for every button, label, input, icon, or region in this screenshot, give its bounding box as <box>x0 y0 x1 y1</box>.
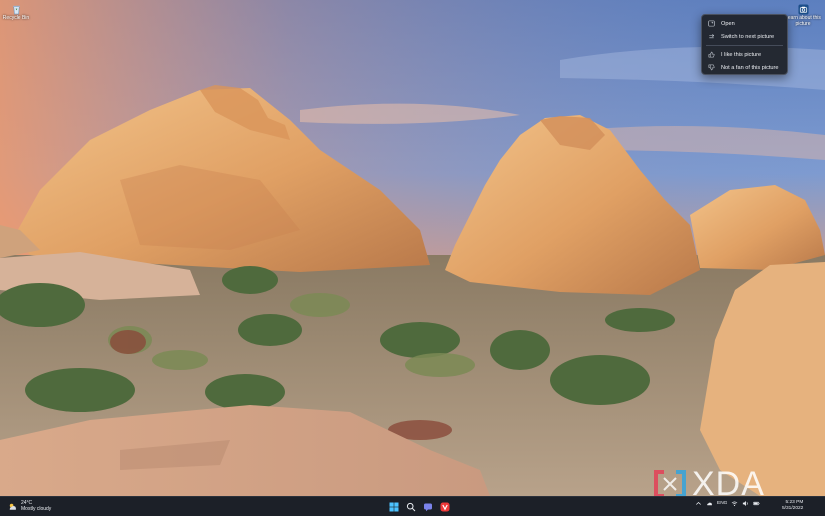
speaker-icon[interactable] <box>742 500 749 507</box>
search-button[interactable] <box>405 501 417 513</box>
thumbs-up-icon <box>708 51 715 58</box>
vivaldi-icon <box>440 502 450 512</box>
desktop-wallpaper <box>0 0 825 496</box>
menu-item-like-picture[interactable]: I like this picture <box>702 48 787 61</box>
camera-icon <box>797 4 809 15</box>
taskbar: 24°C Mostly cloudy ENG 5:23 PM 5/31/2022 <box>0 496 825 516</box>
xda-watermark-text: XDA <box>692 464 765 497</box>
start-icon <box>389 502 399 512</box>
menu-item-label: I like this picture <box>721 51 762 58</box>
recycle-bin-icon <box>12 5 20 15</box>
chevron-up-icon[interactable] <box>695 500 702 507</box>
menu-item-open[interactable]: Open <box>702 17 787 30</box>
language-indicator[interactable]: ENG <box>717 501 727 506</box>
menu-divider <box>706 45 783 46</box>
switch-icon <box>709 34 715 39</box>
clock-date: 5/31/2022 <box>782 506 804 511</box>
desktop[interactable]: Recycle Bin Learn about this picture Ope… <box>0 0 825 496</box>
menu-item-label: Open <box>721 20 735 27</box>
chat-icon <box>424 503 432 512</box>
desktop-icon-recycle-bin[interactable]: Recycle Bin <box>2 4 30 21</box>
wifi-icon[interactable] <box>731 500 738 507</box>
menu-item-label: Not a fan of this picture <box>721 64 779 71</box>
search-icon <box>406 502 416 512</box>
menu-item-not-a-fan[interactable]: Not a fan of this picture <box>702 61 787 74</box>
weather-condition: Mostly cloudy <box>21 506 52 512</box>
vivaldi-button[interactable] <box>439 501 451 513</box>
start-button[interactable] <box>388 501 400 513</box>
taskbar-apps <box>388 501 451 513</box>
weather-widget[interactable]: 24°C Mostly cloudy <box>8 500 51 512</box>
desktop-icon-label: Learn about this picture <box>785 15 821 27</box>
xda-logo-icon <box>654 470 686 496</box>
system-tray: ENG <box>695 500 760 507</box>
desktop-icon-learn-about-picture[interactable]: Learn about this picture <box>783 4 823 27</box>
cloudy-weather-icon <box>9 503 17 510</box>
menu-item-switch-picture[interactable]: Switch to next picture <box>702 30 787 43</box>
context-menu: Open Switch to next picture I like this … <box>701 14 788 75</box>
battery-icon[interactable] <box>753 500 760 507</box>
thumbs-down-icon <box>708 64 715 71</box>
chat-button[interactable] <box>422 501 434 513</box>
cloud-icon[interactable] <box>706 500 713 507</box>
desktop-icon-label: Recycle Bin <box>2 15 30 21</box>
open-icon <box>708 20 715 27</box>
taskbar-clock[interactable]: 5:23 PM 5/31/2022 <box>782 500 803 512</box>
menu-item-label: Switch to next picture <box>721 33 775 40</box>
xda-watermark: XDA <box>650 464 765 497</box>
